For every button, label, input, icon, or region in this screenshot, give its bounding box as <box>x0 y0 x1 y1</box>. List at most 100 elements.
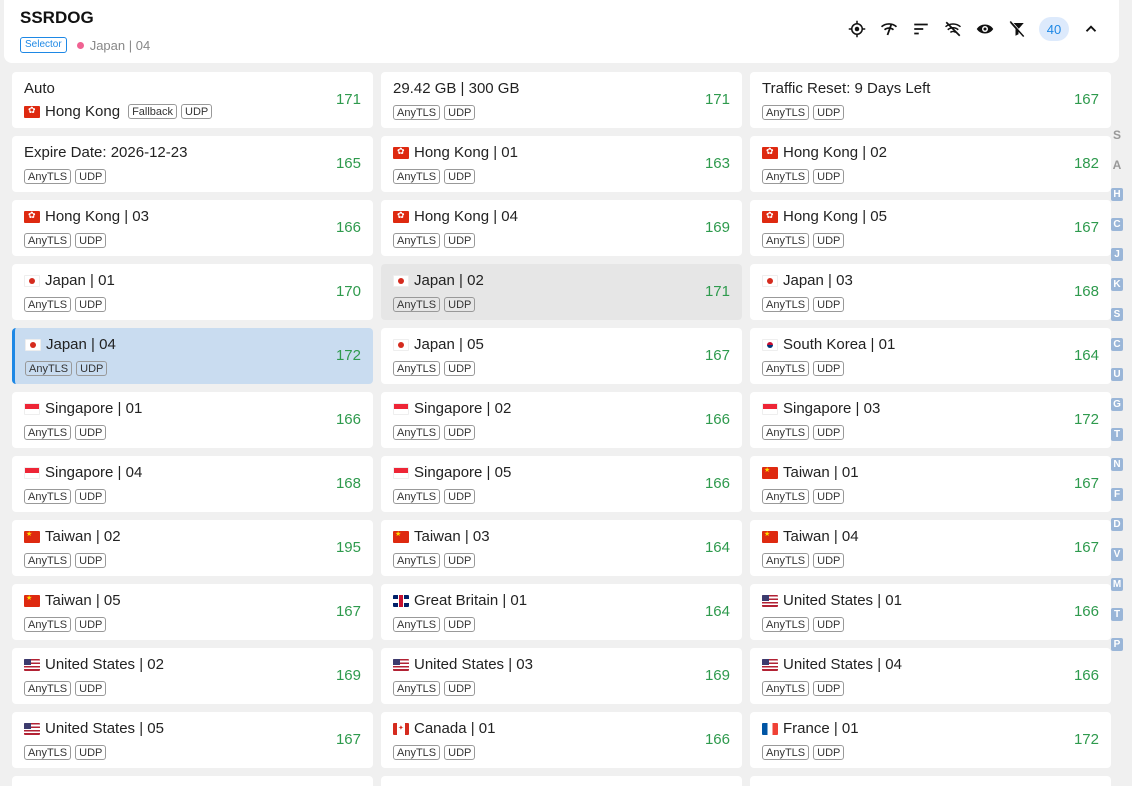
proxy-card[interactable]: United States | 03 AnyTLS UDP 169 <box>381 648 742 704</box>
proxy-card[interactable]: Hong Kong | 04 AnyTLSUDP 169 <box>381 200 742 256</box>
proxy-card[interactable]: United States | 04 AnyTLS UDP 166 <box>750 648 1111 704</box>
alphabet-index-letter[interactable]: T <box>1111 608 1123 621</box>
proxy-card[interactable]: Japan | 03 AnyTLS UDP 168 <box>750 264 1111 320</box>
latency-value[interactable]: 166 <box>705 475 730 492</box>
alphabet-index-letter[interactable]: M <box>1111 578 1123 591</box>
latency-value[interactable]: 167 <box>705 347 730 364</box>
latency-value[interactable]: 168 <box>336 475 361 492</box>
alphabet-index-letter[interactable]: D <box>1111 518 1123 531</box>
latency-value[interactable]: 166 <box>336 411 361 428</box>
proxy-card[interactable]: Singapore | 02 AnyTLS UDP 166 <box>381 392 742 448</box>
alphabet-index-letter[interactable]: P <box>1111 638 1123 651</box>
proxy-card[interactable]: Taiwan | 02 AnyTLSUDP 195 <box>12 520 373 576</box>
proxy-card[interactable]: United States | 02 AnyTLS UDP 169 <box>12 648 373 704</box>
latency-value[interactable]: 165 <box>336 155 361 172</box>
us-flag-icon <box>762 658 778 671</box>
latency-value[interactable]: 195 <box>336 539 361 556</box>
alphabet-index-letter[interactable]: K <box>1111 278 1123 291</box>
proxy-card[interactable]: Hong Kong | 05 AnyTLSUDP 167 <box>750 200 1111 256</box>
latency-value[interactable]: 164 <box>1074 347 1099 364</box>
proxy-card[interactable]: Singapore | 05 AnyTLS UDP 166 <box>381 456 742 512</box>
latency-value[interactable]: 163 <box>705 155 730 172</box>
latency-value[interactable]: 171 <box>705 283 730 300</box>
latency-value[interactable]: 166 <box>1074 667 1099 684</box>
latency-value[interactable]: 169 <box>705 219 730 236</box>
proxy-name-row: Japan | 05 <box>393 336 484 353</box>
latency-value[interactable]: 169 <box>705 667 730 684</box>
proxy-card[interactable]: 29.42 GB | 300 GB AnyTLS UDP 171 <box>381 72 742 128</box>
network-check-icon[interactable] <box>879 17 899 41</box>
proxy-card[interactable]: Singapore | 04 AnyTLS UDP 168 <box>12 456 373 512</box>
proxy-card[interactable]: Taiwan | 04 AnyTLSUDP 167 <box>750 520 1111 576</box>
proxy-card[interactable]: Traffic Reset: 9 Days Left AnyTLS UDP 167 <box>750 72 1111 128</box>
proxy-tag: AnyTLS <box>762 233 810 248</box>
alphabet-index-letter[interactable]: A <box>1111 158 1123 172</box>
sort-icon[interactable] <box>911 17 931 41</box>
alphabet-index-letter[interactable]: N <box>1111 458 1123 471</box>
latency-value[interactable]: 168 <box>1074 283 1099 300</box>
proxy-card[interactable]: Auto Hong Kong FallbackUDP 171 <box>12 72 373 128</box>
latency-value[interactable]: 167 <box>1074 539 1099 556</box>
proxy-name: Hong Kong | 02 <box>783 144 887 161</box>
eye-icon[interactable] <box>975 17 995 41</box>
proxy-card[interactable]: Japan | 05 AnyTLS UDP 167 <box>381 328 742 384</box>
latency-value[interactable]: 167 <box>336 731 361 748</box>
proxy-card[interactable]: Taiwan | 01 AnyTLSUDP 167 <box>750 456 1111 512</box>
latency-value[interactable]: 171 <box>336 91 361 108</box>
alphabet-index-letter[interactable]: T <box>1111 428 1123 441</box>
alphabet-index-letter[interactable]: H <box>1111 188 1123 201</box>
alphabet-index-letter[interactable]: J <box>1111 248 1123 261</box>
latency-value[interactable]: 166 <box>705 731 730 748</box>
latency-value[interactable]: 182 <box>1074 155 1099 172</box>
latency-value[interactable]: 167 <box>1074 475 1099 492</box>
latency-value[interactable]: 170 <box>336 283 361 300</box>
latency-value[interactable]: 167 <box>1074 91 1099 108</box>
proxy-name-row: Canada | 01 <box>393 720 495 737</box>
latency-value[interactable]: 164 <box>705 603 730 620</box>
alphabet-index-letter[interactable]: V <box>1111 548 1123 561</box>
latency-value[interactable]: 172 <box>1074 411 1099 428</box>
proxy-card[interactable]: Canada | 01 AnyTLSUDP 166 <box>381 712 742 768</box>
proxy-card[interactable]: Japan | 01 AnyTLS UDP 170 <box>12 264 373 320</box>
proxy-card[interactable]: South Korea | 01 AnyTLS UDP 164 <box>750 328 1111 384</box>
proxy-card[interactable]: Expire Date: 2026-12-23 AnyTLS UDP 165 <box>12 136 373 192</box>
alphabet-index-letter[interactable]: S <box>1111 308 1123 321</box>
wifi-off-icon[interactable] <box>943 17 963 41</box>
proxy-card[interactable]: Hong Kong | 03 AnyTLSUDP 166 <box>12 200 373 256</box>
proxy-card[interactable]: Japan | 04 AnyTLS UDP 172 <box>12 328 373 384</box>
proxy-card[interactable]: Singapore | 03 AnyTLS UDP 172 <box>750 392 1111 448</box>
latency-value[interactable]: 164 <box>705 539 730 556</box>
latency-value[interactable]: 169 <box>336 667 361 684</box>
proxy-tags: AnyTLS UDP <box>393 745 476 760</box>
proxy-card[interactable]: Singapore | 01 AnyTLS UDP 166 <box>12 392 373 448</box>
proxy-card[interactable]: Hong Kong | 01 AnyTLSUDP 163 <box>381 136 742 192</box>
alphabet-index-letter[interactable]: C <box>1111 338 1123 351</box>
alphabet-index-letter[interactable]: C <box>1111 218 1123 231</box>
alphabet-index-letter[interactable]: F <box>1111 488 1123 501</box>
alphabet-index-letter[interactable]: S <box>1111 128 1123 142</box>
latency-value[interactable]: 171 <box>705 91 730 108</box>
proxy-card[interactable]: Japan | 02 AnyTLS UDP 171 <box>381 264 742 320</box>
locate-icon[interactable] <box>847 17 867 41</box>
proxy-card[interactable]: Taiwan | 03 AnyTLSUDP 164 <box>381 520 742 576</box>
chevron-up-icon[interactable] <box>1081 17 1101 41</box>
alphabet-index-letter[interactable]: G <box>1111 398 1123 411</box>
proxy-card[interactable]: Taiwan | 05 AnyTLSUDP 167 <box>12 584 373 640</box>
latency-value[interactable]: 166 <box>1074 603 1099 620</box>
latency-value[interactable]: 166 <box>336 219 361 236</box>
latency-value[interactable]: 167 <box>336 603 361 620</box>
alphabet-index-letter[interactable]: U <box>1111 368 1123 381</box>
filter-off-icon[interactable] <box>1007 17 1027 41</box>
proxy-card[interactable]: Hong Kong | 02 AnyTLSUDP 182 <box>750 136 1111 192</box>
proxy-name-row: Taiwan | 02 <box>24 528 121 545</box>
latency-value[interactable]: 167 <box>1074 219 1099 236</box>
latency-value[interactable]: 172 <box>1074 731 1099 748</box>
proxy-tag: UDP <box>444 169 476 184</box>
latency-value[interactable]: 172 <box>336 347 361 364</box>
proxy-card[interactable]: France | 01 AnyTLS UDP 172 <box>750 712 1111 768</box>
latency-value[interactable]: 166 <box>705 411 730 428</box>
proxy-name: Auto <box>24 80 55 97</box>
proxy-card[interactable]: United States | 01 AnyTLS UDP 166 <box>750 584 1111 640</box>
proxy-card[interactable]: Great Britain | 01 AnyTLS UDP 164 <box>381 584 742 640</box>
proxy-card[interactable]: United States | 05 AnyTLS UDP 167 <box>12 712 373 768</box>
